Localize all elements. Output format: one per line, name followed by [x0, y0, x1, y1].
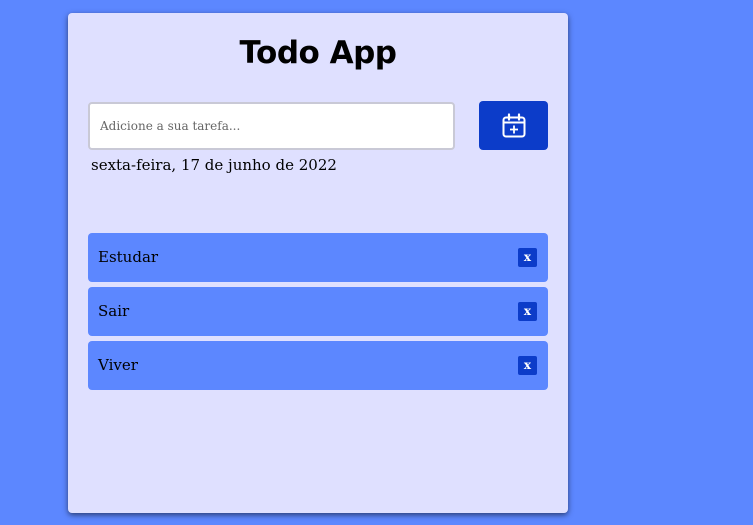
- todo-card: Todo App sexta-feira, 17 de junho de 202…: [68, 13, 568, 513]
- task-label: Estudar: [98, 248, 159, 266]
- current-date: sexta-feira, 17 de junho de 2022: [91, 156, 337, 174]
- delete-task-button[interactable]: x: [518, 302, 537, 321]
- task-input[interactable]: [88, 102, 455, 150]
- task-list: Estudar x Sair x Viver x: [88, 233, 548, 395]
- add-task-button[interactable]: [479, 101, 548, 150]
- app-title: Todo App: [239, 35, 397, 71]
- task-item: Sair x: [88, 287, 548, 336]
- task-item: Viver x: [88, 341, 548, 390]
- task-item: Estudar x: [88, 233, 548, 282]
- delete-task-button[interactable]: x: [518, 356, 537, 375]
- calendar-plus-icon: [500, 112, 528, 140]
- task-label: Sair: [98, 302, 130, 320]
- task-label: Viver: [98, 356, 138, 374]
- delete-task-button[interactable]: x: [518, 248, 537, 267]
